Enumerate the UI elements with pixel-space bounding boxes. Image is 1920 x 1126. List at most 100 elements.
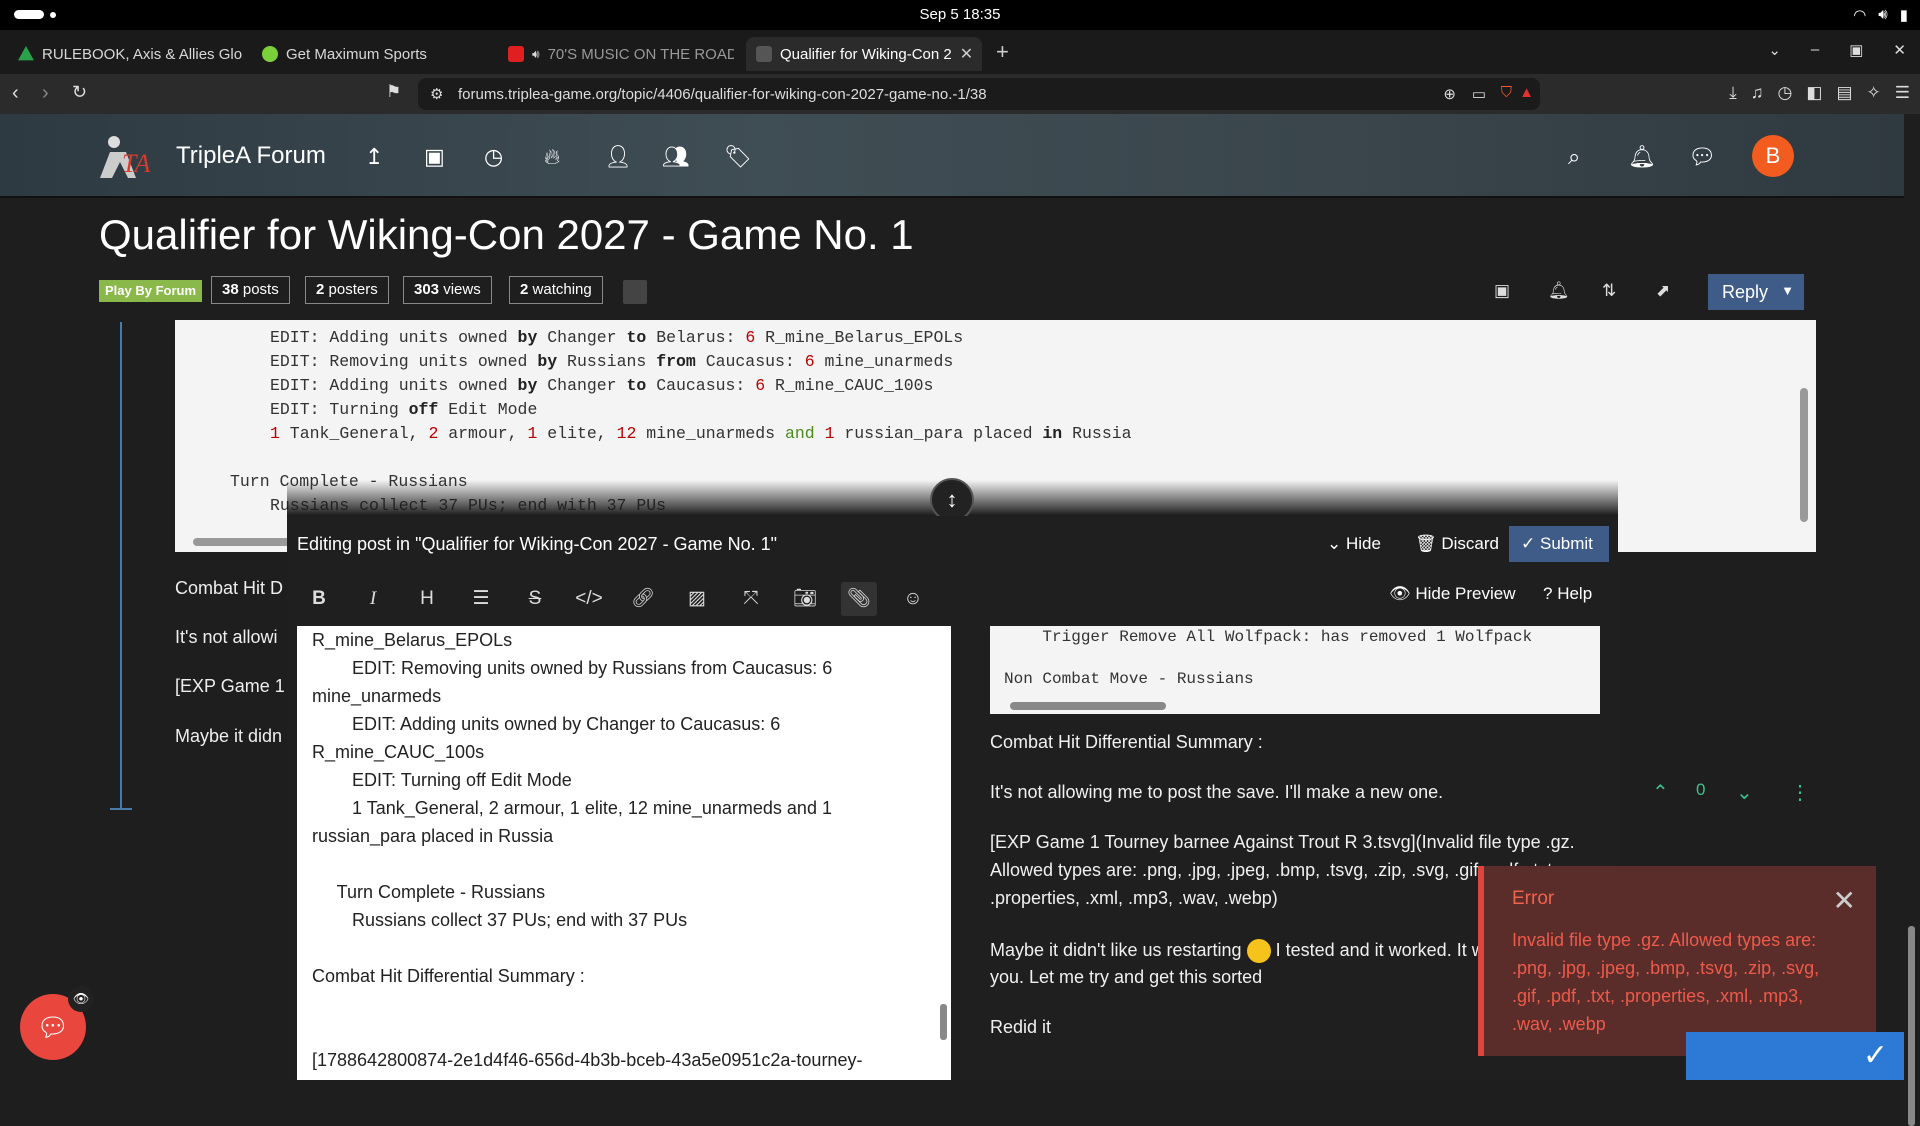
reply-button[interactable]: Reply ▼ [1708, 274, 1804, 310]
eye-icon[interactable]: 👁︎ [68, 986, 94, 1012]
discard-button[interactable]: 🗑︎ Discard [1415, 534, 1499, 554]
site-info-icon[interactable]: ⚙ [430, 85, 443, 103]
brave-rewards-icon[interactable]: ▲ [1519, 84, 1534, 101]
brave-shield-icon[interactable]: ⛉ [1501, 84, 1512, 101]
submit-button[interactable]: ✓ Submit [1509, 526, 1609, 562]
back-icon[interactable]: ‹ [12, 82, 19, 105]
code-line: 1 Tank_General, 2 armour, 1 elite, 12 mi… [270, 424, 1132, 443]
tab-70s-music[interactable]: 🔊︎ 70'S MUSIC ON THE ROAD [498, 37, 734, 71]
menu-icon[interactable]: ☰ [1895, 83, 1910, 103]
youtube-icon [508, 46, 524, 62]
sort-icon[interactable]: ⇅ [1602, 281, 1616, 301]
system-clock[interactable]: Sep 5 18:35 [0, 6, 1920, 23]
help-button[interactable]: ? Help [1543, 584, 1592, 604]
leo-icon[interactable]: ✧ [1867, 83, 1881, 103]
system-bar: Sep 5 18:35 ◠ 🔊︎ ▮ [0, 0, 1920, 30]
expand-icon[interactable]: ⤧ [733, 582, 769, 616]
bold-icon[interactable]: B [301, 582, 337, 616]
download-icon[interactable]: ⤓ [1729, 83, 1737, 103]
history-icon[interactable]: ◷ [1778, 83, 1793, 103]
smiley-emoji-icon [1246, 939, 1271, 963]
user-icon[interactable]: 👤︎ [604, 144, 632, 170]
italic-icon[interactable]: I [355, 582, 391, 616]
link-icon[interactable]: 🔗︎ [625, 582, 661, 616]
image-icon[interactable]: ▨ [679, 582, 715, 616]
editor-line: Combat Hit Differential Summary : [312, 966, 585, 986]
minimize-icon[interactable]: – [1811, 41, 1819, 59]
bottom-status-bar[interactable]: ✓ [1686, 1032, 1904, 1080]
editor-line: EDIT: Removing units owned by Russians f… [312, 658, 833, 678]
editor-line: russian_para placed in Russia [312, 826, 554, 846]
sidebar-icon[interactable]: ◧ [1806, 83, 1822, 103]
post-text-line: Combat Hit D [175, 578, 284, 598]
camera-icon[interactable]: 📷︎ [787, 582, 823, 616]
groups-icon[interactable]: 👥︎ [662, 144, 690, 170]
close-window-icon[interactable]: ✕ [1893, 41, 1906, 59]
composer: Editing post in "Qualifier for Wiking-Co… [287, 516, 1618, 1080]
tab-label: RULEBOOK, Axis & Allies Glo [42, 45, 242, 63]
upvote-icon[interactable]: ⌃ [1652, 780, 1669, 805]
reload-icon[interactable]: ↻ [72, 82, 87, 103]
editor-line: Russians collect 37 PUs; end with 37 PUs [312, 910, 688, 930]
list-icon[interactable]: ☰ [463, 582, 499, 616]
downvote-icon[interactable]: ⌄ [1736, 780, 1753, 805]
new-tab-icon[interactable]: + [996, 39, 1009, 65]
rss-icon[interactable] [623, 280, 647, 304]
preview-line: [EXP Game 1 Tourney barnee Against Trout… [990, 832, 1575, 852]
hide-button[interactable]: ⌄ Hide [1327, 534, 1381, 554]
external-icon[interactable]: ⬈ [1656, 281, 1670, 301]
zoom-icon[interactable]: ⊕ [1443, 85, 1456, 103]
watching-count: 2 watching [509, 276, 603, 304]
recent-icon[interactable]: ↥ [365, 144, 383, 170]
toast-message: Invalid file type .gz. Allowed types are… [1512, 930, 1820, 1034]
category-badge[interactable]: Play By Forum [99, 280, 203, 302]
editor-scrollbar[interactable] [940, 1004, 947, 1040]
code-vertical-scrollbar[interactable] [1800, 388, 1808, 522]
clock-icon[interactable]: ◷ [484, 144, 503, 170]
code-icon[interactable]: </> [571, 582, 607, 616]
emoji-icon[interactable]: ☺ [895, 582, 931, 616]
url-text[interactable]: forums.triplea-game.org/topic/4406/quali… [458, 86, 987, 103]
unread-icon[interactable]: ▣ [424, 144, 445, 170]
tab-maximum-sports[interactable]: Get Maximum Sports [252, 37, 482, 71]
attachment-icon[interactable]: 📎︎ [841, 582, 877, 616]
tab-list-icon[interactable]: ⌄ [1768, 41, 1781, 59]
popular-icon[interactable]: 🔥︎ [544, 144, 560, 170]
chat-button[interactable]: 💬︎ 👁︎ [20, 986, 94, 1060]
bookmark-icon[interactable]: ⚑ [386, 82, 401, 102]
watch-icon[interactable]: 🔔︎ [1548, 281, 1570, 301]
tags-icon[interactable]: 🏷︎ [724, 144, 752, 170]
close-icon[interactable]: ✕ [1833, 884, 1856, 917]
strikethrough-icon[interactable]: S [517, 582, 553, 616]
address-bar[interactable]: ⚙ forums.triplea-game.org/topic/4406/qua… [418, 78, 1540, 110]
timeline-line[interactable] [120, 322, 122, 810]
hide-preview-button[interactable]: 👁︎ Hide Preview [1389, 584, 1515, 604]
tab-rulebook[interactable]: RULEBOOK, Axis & Allies Glo [8, 37, 242, 71]
cast-icon[interactable]: ▭ [1472, 85, 1486, 103]
tab-qualifier[interactable]: Qualifier for Wiking-Con 2 ✕ [746, 37, 982, 71]
chevron-down-icon: ▼ [1781, 283, 1794, 298]
forum-brand[interactable]: TripleA Forum [176, 142, 326, 170]
preview-line: Allowed types are: .png, .jpg, .jpeg, .b… [990, 860, 1558, 880]
close-tab-icon[interactable]: ✕ [960, 44, 973, 64]
forward-icon[interactable]: › [42, 82, 49, 105]
post-text-line: Maybe it didn [175, 726, 283, 746]
mark-unread-icon[interactable]: ▣ [1494, 281, 1510, 301]
maximize-icon[interactable]: ▣ [1849, 41, 1863, 59]
puzzle-icon[interactable]: ♫ [1751, 83, 1764, 103]
search-icon[interactable]: ⌕ [1568, 144, 1580, 170]
post-menu-icon[interactable]: ⋮ [1790, 780, 1810, 805]
heading-icon[interactable]: H [409, 582, 445, 616]
editor-textarea[interactable]: R_mine_Belarus_EPOLs EDIT: Removing unit… [297, 626, 951, 1080]
wallet-icon[interactable]: ▤ [1836, 83, 1852, 103]
system-tray[interactable]: ◠ 🔊︎ ▮ [1853, 6, 1908, 24]
avatar[interactable]: B [1752, 135, 1794, 177]
triplea-logo[interactable]: TA [92, 128, 152, 182]
check-icon: ✓ [1862, 1039, 1888, 1072]
editor-line: Turn Complete - Russians [312, 882, 546, 902]
chat-icon[interactable]: 💬︎ [1688, 144, 1716, 170]
posters-count: 2 posters [305, 276, 389, 304]
preview-code-scrollbar[interactable] [1010, 702, 1166, 710]
page-scrollbar[interactable] [1904, 114, 1920, 1126]
notification-icon[interactable]: 🔔︎ [1628, 144, 1656, 170]
